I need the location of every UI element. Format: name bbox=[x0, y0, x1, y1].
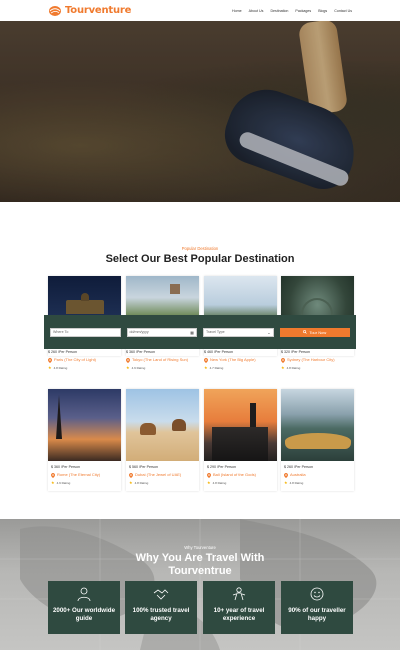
destination-card[interactable]: $ 360 /Per Person Rome (The Eternal City… bbox=[48, 389, 121, 491]
handshake-icon bbox=[153, 589, 169, 600]
tour-now-label: Tour Now bbox=[309, 329, 327, 335]
happy-face-icon bbox=[310, 587, 324, 601]
search-bar: Where To dd/mm/yyyy ▦ Travel Type ⌄ Tour… bbox=[44, 315, 356, 349]
destination-card[interactable]: $ 290 /Per Person Bali (Island of the Go… bbox=[204, 389, 277, 491]
tour-now-button[interactable]: Tour Now bbox=[279, 327, 351, 337]
destination-image-bali bbox=[204, 389, 277, 461]
location-pin-icon bbox=[129, 472, 133, 478]
calendar-icon[interactable]: ▦ bbox=[190, 330, 194, 335]
destination-image-dubai bbox=[126, 389, 199, 461]
rating-text: 4.9 Rating bbox=[56, 480, 71, 485]
star-icon: ★ bbox=[51, 479, 55, 485]
traveler-icon bbox=[232, 587, 246, 601]
rating-text: 4.8 Rating bbox=[289, 480, 304, 485]
site-header: Tourventure Home About Us Destination Pa… bbox=[0, 0, 400, 21]
rating-text: 4.8 Rating bbox=[53, 365, 68, 370]
rating-text: 4.8 Rating bbox=[134, 480, 149, 485]
why-title-line2: Tourventrue bbox=[168, 565, 232, 577]
nav-home[interactable]: Home bbox=[232, 9, 242, 13]
why-title-line1: Why You Are Travel With bbox=[135, 552, 265, 564]
rating-text: 4.8 Rating bbox=[212, 480, 227, 485]
guide-icon bbox=[77, 587, 91, 601]
section-title: Select Our Best Popular Destination bbox=[105, 253, 295, 265]
star-icon: ★ bbox=[207, 479, 211, 485]
star-icon: ★ bbox=[48, 364, 52, 370]
star-icon: ★ bbox=[129, 479, 133, 485]
hero-image bbox=[0, 21, 400, 202]
date-value: dd/mm/yyyy bbox=[129, 330, 149, 334]
section-subtitle: Popular Destination bbox=[181, 246, 219, 251]
why-section: Why Tourventure Why You Are Travel With … bbox=[0, 519, 400, 650]
date-input[interactable]: dd/mm/yyyy ▦ bbox=[126, 327, 198, 337]
nav-blogs[interactable]: Blogs bbox=[318, 9, 327, 13]
price: $ 360 /Per Person bbox=[126, 350, 155, 354]
star-icon: ★ bbox=[281, 364, 285, 370]
place-name[interactable]: Tokyo (The Land of Rising Sun) bbox=[132, 357, 188, 362]
price: $ 360 /Per Person bbox=[51, 465, 80, 469]
place-name[interactable]: Paris (The City of Light) bbox=[54, 357, 96, 362]
destination-card[interactable]: $ 260 /Per Person Australia ★ 4.8 Rating bbox=[281, 389, 354, 491]
logo[interactable]: Tourventure bbox=[48, 5, 131, 17]
travel-type-select[interactable]: Travel Type ⌄ bbox=[203, 327, 274, 337]
destination-image-australia bbox=[281, 389, 354, 461]
price: $ 260 /Per Person bbox=[284, 465, 313, 469]
why-subtitle: Why Tourventure bbox=[184, 545, 216, 550]
price: $ 560 /Per Person bbox=[129, 465, 158, 469]
feature-text: 90% of our traveller happy bbox=[288, 607, 346, 622]
price: $ 260 /Per Person bbox=[48, 350, 77, 354]
location-pin-icon bbox=[207, 472, 211, 478]
rating-text: 4.8 Rating bbox=[286, 365, 301, 370]
main-nav: Home About Us Destination Packages Blogs… bbox=[232, 9, 352, 13]
location-pin-icon bbox=[126, 357, 130, 363]
feature-card: 100% trusted travel agency bbox=[125, 581, 197, 634]
place-name[interactable]: Sydney (The Harbour City) bbox=[287, 357, 335, 362]
destination-image-rome bbox=[48, 389, 121, 461]
feature-text: 10+ year of travel experience bbox=[213, 607, 265, 622]
destination-card[interactable]: $ 560 /Per Person Dubai (The Jewel of UA… bbox=[126, 389, 199, 491]
star-icon: ★ bbox=[284, 479, 288, 485]
card-info: $ 360 /Per Person Tokyo (The Land of Ris… bbox=[126, 350, 199, 370]
place-name[interactable]: Australia bbox=[290, 472, 306, 477]
place-name[interactable]: New York (The Big Apple) bbox=[210, 357, 256, 362]
card-info: $ 460 /Per Person New York (The Big Appl… bbox=[204, 350, 277, 370]
price: $ 290 /Per Person bbox=[207, 465, 236, 469]
star-icon: ★ bbox=[126, 364, 130, 370]
feature-text: 2000+ Our worldwide guide bbox=[52, 607, 116, 622]
why-title: Why You Are Travel With Tourventrue bbox=[0, 552, 400, 578]
nav-destination[interactable]: Destination bbox=[270, 9, 288, 13]
feature-card: 10+ year of travel experience bbox=[203, 581, 275, 634]
rating-text: 4.9 Rating bbox=[131, 365, 146, 370]
chevron-down-icon: ⌄ bbox=[267, 329, 271, 335]
logo-icon bbox=[49, 5, 61, 16]
location-pin-icon bbox=[48, 357, 52, 363]
where-to-placeholder: Where To bbox=[53, 330, 69, 334]
location-pin-icon bbox=[204, 357, 208, 363]
location-pin-icon bbox=[51, 472, 55, 478]
card-info: $ 260 /Per Person Paris (The City of Lig… bbox=[48, 350, 121, 370]
nav-packages[interactable]: Packages bbox=[295, 9, 311, 13]
location-pin-icon bbox=[284, 472, 288, 478]
rating-text: 4.7 Rating bbox=[209, 365, 224, 370]
place-name[interactable]: Bali (Island of the Gods) bbox=[213, 472, 256, 477]
where-to-input[interactable]: Where To bbox=[50, 327, 121, 337]
price: $ 320 /Per Person bbox=[281, 350, 310, 354]
nav-contact-us[interactable]: Contact Us bbox=[334, 9, 352, 13]
feature-text: 100% trusted travel agency bbox=[132, 607, 190, 622]
place-name[interactable]: Dubai (The Jewel of UAE) bbox=[135, 472, 181, 477]
nav-about-us[interactable]: About Us bbox=[249, 9, 264, 13]
star-icon: ★ bbox=[204, 364, 208, 370]
travel-type-label: Travel Type bbox=[206, 330, 225, 334]
logo-text: Tourventure bbox=[65, 5, 132, 16]
price: $ 460 /Per Person bbox=[204, 350, 233, 354]
place-name[interactable]: Rome (The Eternal City) bbox=[57, 472, 100, 477]
search-icon bbox=[303, 330, 308, 334]
feature-card: 2000+ Our worldwide guide bbox=[48, 581, 120, 634]
feature-card: 90% of our traveller happy bbox=[281, 581, 353, 634]
card-info: $ 320 /Per Person Sydney (The Harbour Ci… bbox=[281, 350, 354, 370]
location-pin-icon bbox=[281, 357, 285, 363]
